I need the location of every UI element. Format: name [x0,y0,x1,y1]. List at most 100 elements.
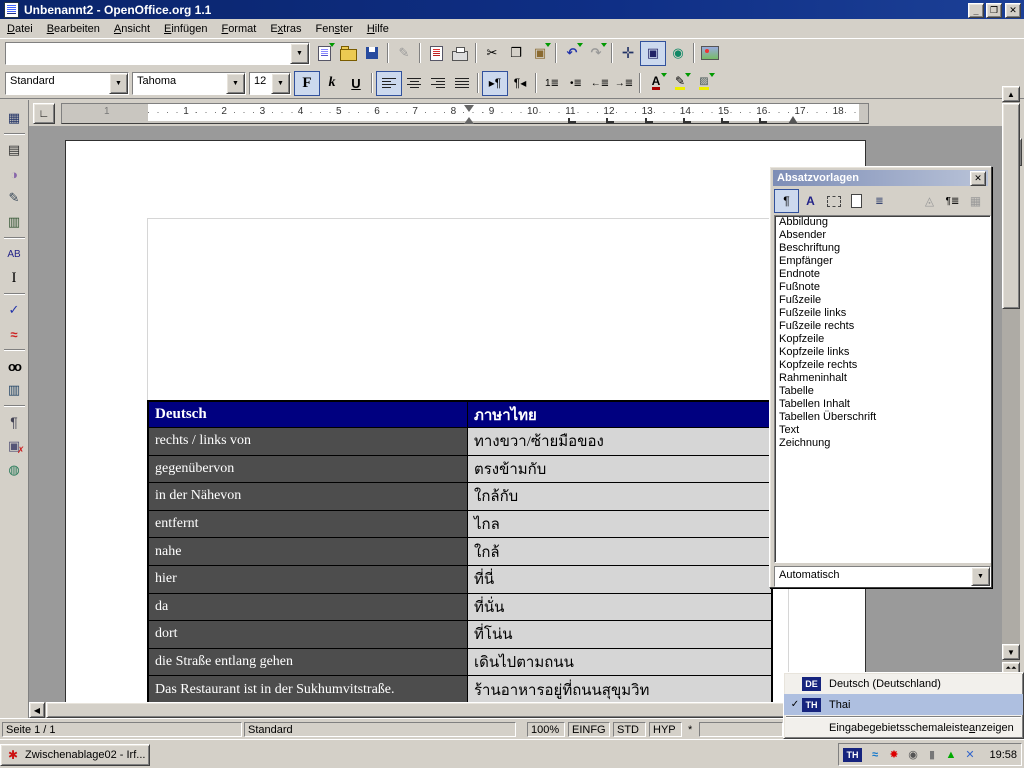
style-filter-combobox[interactable]: Automatisch ▼ [774,566,991,587]
page-styles-icon[interactable] [845,190,868,212]
align-left-icon[interactable] [376,71,402,96]
fill-format-mode-icon[interactable]: ◬ [918,190,941,212]
table-cell-thai[interactable]: เดินไปตามถนน [468,649,771,676]
menu-item[interactable]: Bearbeiten [40,21,107,37]
spellcheck-icon[interactable]: ✓ [2,298,27,322]
antivirus-icon[interactable]: ✸ [886,747,902,763]
update-style-icon[interactable]: ▦ [964,190,987,212]
style-list-item[interactable]: Endnote [775,268,990,281]
font-size-combobox[interactable]: 12 ▼ [249,72,291,95]
navigator-icon[interactable]: ✛ [616,42,640,65]
draw-functions-icon[interactable]: ✎ [2,186,27,210]
menu-item[interactable]: Fenster [309,21,360,37]
align-justify-icon[interactable] [450,72,474,95]
autospellcheck-icon[interactable]: ≈ [2,322,27,346]
print-icon[interactable] [448,42,472,65]
table-cell-thai[interactable]: ทางขวา/ซ้ายมือของ [468,428,771,455]
close-icon[interactable]: ✕ [970,171,986,186]
paragraph-style-combobox[interactable]: Standard ▼ [5,72,129,95]
minimize-button[interactable]: _ [968,3,984,18]
style-list-item[interactable]: Tabelle [775,385,990,398]
new-style-from-selection-icon[interactable]: ¶≣ [941,190,964,212]
menu-item[interactable]: Extras [263,21,308,37]
language-menu-item[interactable]: DE Deutsch (Deutschland) [784,673,1023,694]
font-size-value[interactable]: 12 [250,73,271,94]
mouse-icon[interactable]: ▮ [924,747,940,763]
style-list-item[interactable]: Tabellen Überschrift [775,411,990,424]
table-cell-german[interactable]: dort [149,621,468,648]
background-color-icon[interactable]: ▨ [692,72,716,95]
style-list-item[interactable]: Beschriftung [775,242,990,255]
data-sources-icon[interactable]: ▥ [2,378,27,402]
find-replace-icon[interactable]: oo [2,354,27,378]
export-pdf-icon[interactable] [424,42,448,65]
highlighting-icon[interactable]: ✎ [668,72,692,95]
style-list-item[interactable]: Empfänger [775,255,990,268]
style-list-item[interactable]: Absender [775,229,990,242]
menu-item[interactable]: Ansicht [107,21,157,37]
table-cell-german[interactable]: die Straße entlang gehen [149,649,468,676]
decrease-indent-icon[interactable]: ←≣ [588,72,612,95]
remove-hardware-icon[interactable]: ▲ [943,747,959,763]
new-document-icon[interactable] [312,42,336,65]
stylist-title-bar[interactable]: Absatzvorlagen ✕ [773,170,988,186]
page-style-indicator[interactable]: Standard [244,722,516,737]
bullet-list-icon[interactable]: •≣ [564,72,588,95]
tabstop-marker[interactable] [606,118,614,123]
left-to-right-icon[interactable]: ▸¶ [482,71,508,96]
edit-file-icon[interactable]: ✎ [392,42,416,65]
vertical-scroll-thumb[interactable] [1002,103,1020,309]
copy-icon[interactable]: ❐ [504,42,528,65]
maximize-button[interactable]: ❐ [986,3,1002,18]
scroll-down-icon[interactable]: ▼ [1002,644,1020,660]
hyperlink-dialog-icon[interactable]: ◉ [666,42,690,65]
menu-item[interactable]: Format [214,21,263,37]
style-list-item[interactable]: Tabellen Inhalt [775,398,990,411]
style-list-item[interactable]: Fußnote [775,281,990,294]
hyperlink-mode-indicator[interactable]: HYP [649,722,682,737]
tabstop-marker[interactable] [645,118,653,123]
table-cell-german[interactable]: in der Nähevon [149,483,468,510]
chevron-down-icon[interactable]: ▼ [271,73,290,94]
style-filter-value[interactable]: Automatisch [775,567,971,586]
style-list-item[interactable]: Fußzeile links [775,307,990,320]
scroll-left-icon[interactable]: ◀ [29,702,45,718]
paste-icon[interactable]: ▣ [528,42,552,65]
font-name-combobox[interactable]: Tahoma ▼ [132,72,246,95]
table-cell-german[interactable]: rechts / links von [149,428,468,455]
table-cell-german[interactable]: hier [149,566,468,593]
load-url-combobox[interactable]: ▼ [5,42,310,65]
table-header-de[interactable]: Deutsch [149,402,468,427]
load-url-value[interactable] [6,43,290,64]
table-cell-german[interactable]: da [149,594,468,621]
tabstop-marker[interactable] [721,118,729,123]
tabstop-marker[interactable] [683,118,691,123]
italic-button[interactable]: k [320,72,344,95]
right-to-left-icon[interactable]: ¶◂ [508,72,532,95]
task-button[interactable]: Zwischenablage02 - Irf... [0,744,150,766]
display-utility-icon[interactable]: ✕ [962,747,978,763]
menu-item[interactable]: Datei [0,21,40,37]
style-list-item[interactable]: Fußzeile rechts [775,320,990,333]
table-cell-thai[interactable]: ไกล [468,511,771,538]
numbered-list-icon[interactable]: 1≣ [540,72,564,95]
images-onoff-icon[interactable]: ▣✗ [2,434,27,458]
style-list-item[interactable]: Rahmeninhalt [775,372,990,385]
ooo-quickstarter-icon[interactable]: ≈ [867,747,883,763]
underline-button[interactable]: U [344,72,368,95]
character-styles-icon[interactable]: A [799,190,822,212]
table-cell-german[interactable]: gegenübervon [149,456,468,483]
right-indent-marker[interactable] [788,111,798,124]
show-input-locale-bar-item[interactable]: Eingabegebietsschemaleiste anzeigen [784,719,1023,737]
save-icon[interactable] [360,42,384,65]
selection-mode-indicator[interactable]: STD [613,722,646,737]
tabstop-marker[interactable] [568,118,576,123]
redo-icon[interactable]: ↷ [584,42,608,65]
language-menu-item[interactable]: ✓ TH Thai [784,694,1023,715]
insert-table-icon[interactable]: ▦ [2,106,27,130]
tabstop-marker[interactable] [759,118,767,123]
undo-icon[interactable]: ↶ [560,42,584,65]
table-cell-german[interactable]: nahe [149,538,468,565]
volume-icon[interactable]: ◉ [905,747,921,763]
increase-indent-icon[interactable]: →≣ [612,72,636,95]
